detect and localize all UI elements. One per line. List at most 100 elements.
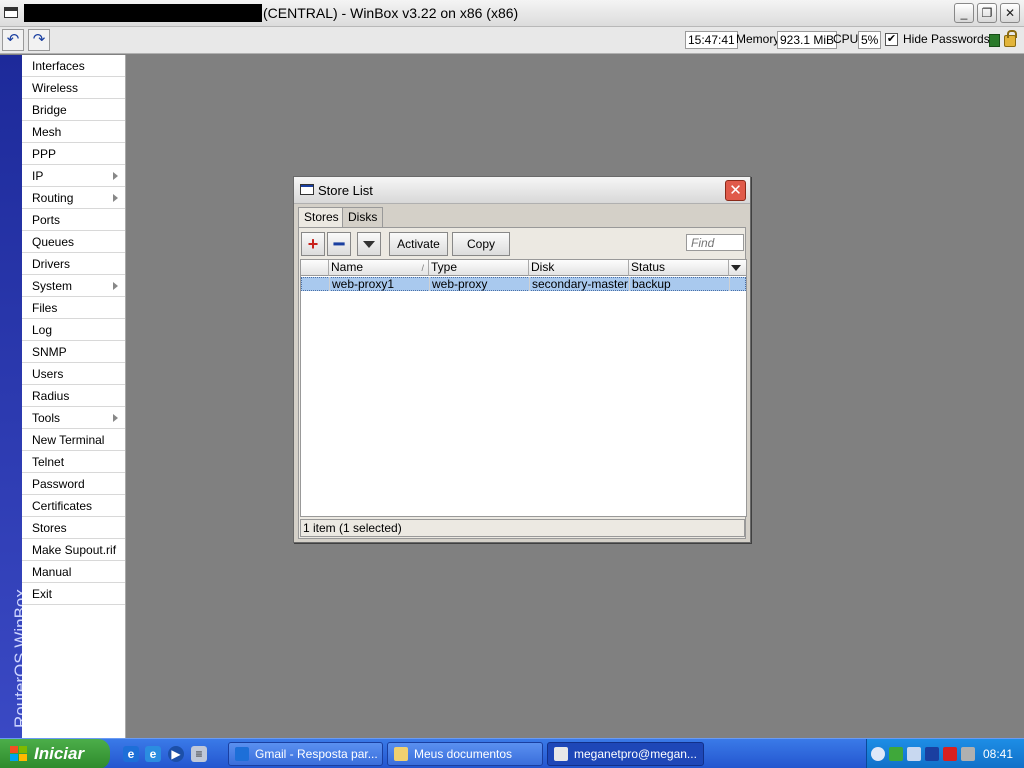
hide-passwords-checkbox[interactable]: ✔	[885, 33, 898, 46]
menu-item-label: IP	[32, 169, 44, 183]
menu-item-drivers[interactable]: Drivers	[22, 253, 125, 275]
media-player-icon[interactable]: ▶	[168, 746, 184, 762]
menu-item-label: Password	[32, 477, 85, 491]
menu-item-telnet[interactable]: Telnet	[22, 451, 125, 473]
table-header: Name / Type Disk Status	[301, 260, 746, 276]
restore-button[interactable]: ❐	[977, 3, 997, 23]
task-label: Gmail - Resposta par...	[255, 747, 378, 761]
column-status[interactable]: Status	[629, 260, 729, 276]
menu-item-label: Telnet	[32, 455, 65, 469]
menu-item-log[interactable]: Log	[22, 319, 125, 341]
add-button[interactable]: +	[301, 232, 325, 256]
copy-button[interactable]: Copy	[452, 232, 510, 256]
menu-item-ip[interactable]: IP	[22, 165, 125, 187]
menu-item-label: Queues	[32, 235, 75, 249]
cpu-readout: 5%	[858, 31, 882, 49]
connection-status-icon	[989, 34, 1000, 47]
minimize-button[interactable]: _	[954, 3, 974, 23]
menu-item-mesh[interactable]: Mesh	[22, 121, 125, 143]
dialog-titlebar[interactable]: Store List ✕	[294, 177, 750, 204]
filter-button[interactable]	[357, 232, 381, 256]
column-selector[interactable]	[301, 260, 329, 276]
menu-item-bridge[interactable]: Bridge	[22, 99, 125, 121]
language-icon[interactable]	[925, 747, 939, 761]
cell-status: backup	[630, 277, 730, 291]
winbox-icon	[554, 747, 568, 761]
undo-button[interactable]: ↶	[2, 29, 24, 51]
menu-item-radius[interactable]: Radius	[22, 385, 125, 407]
dialog-title: Store List	[318, 183, 373, 198]
redacted-host	[24, 4, 262, 22]
menu-item-exit[interactable]: Exit	[22, 583, 125, 605]
tray-expand-icon[interactable]	[871, 747, 885, 761]
menu-item-label: Certificates	[32, 499, 93, 513]
submenu-arrow-icon	[113, 282, 118, 290]
window-title: (CENTRAL) - WinBox v3.22 on x86 (x86)	[263, 5, 519, 21]
task-button[interactable]: Meus documentos	[387, 742, 543, 766]
menu-item-ports[interactable]: Ports	[22, 209, 125, 231]
remove-button[interactable]: ━	[327, 232, 351, 256]
menu-item-ppp[interactable]: PPP	[22, 143, 125, 165]
menu-item-label: Drivers	[32, 257, 70, 271]
menu-item-manual[interactable]: Manual	[22, 561, 125, 583]
folder-icon	[394, 747, 408, 761]
minus-icon: ━	[333, 234, 345, 254]
store-list-window: Store List ✕ Stores Disks + ━ Activate C…	[293, 176, 751, 543]
menu-item-queues[interactable]: Queues	[22, 231, 125, 253]
hide-passwords-label[interactable]: Hide Passwords	[903, 32, 990, 46]
network-icon[interactable]	[907, 747, 921, 761]
menu-item-interfaces[interactable]: Interfaces	[22, 55, 125, 77]
taskbar-clock: 08:41	[983, 747, 1014, 761]
redo-button[interactable]: ↷	[28, 29, 50, 51]
close-button[interactable]: ✕	[1000, 3, 1020, 23]
store-table: Name / Type Disk Status web-proxy1 web-p…	[300, 259, 747, 517]
menu-item-tools[interactable]: Tools	[22, 407, 125, 429]
system-tray: 08:41	[866, 739, 1024, 768]
menu-item-label: Wireless	[32, 81, 79, 95]
menu-item-wireless[interactable]: Wireless	[22, 77, 125, 99]
main-menu: Interfaces Wireless Bridge Mesh PPP IP Routing…	[22, 55, 126, 738]
menu-item-stores[interactable]: Stores	[22, 517, 125, 539]
menu-item-label: Radius	[32, 389, 70, 403]
clock-readout: 15:47:41	[685, 31, 738, 49]
menu-item-routing[interactable]: Routing	[22, 187, 125, 209]
security-lock-icon[interactable]	[961, 747, 975, 761]
column-menu-dropdown-icon[interactable]	[731, 265, 741, 271]
notepad-icon[interactable]: ≡	[191, 746, 207, 762]
cell-name: web-proxy1	[330, 277, 430, 291]
find-input[interactable]	[686, 234, 744, 251]
windows-logo-icon	[10, 746, 28, 762]
menu-item-password[interactable]: Password	[22, 473, 125, 495]
row-marker	[302, 277, 330, 291]
task-button[interactable]: meganetpro@megan...	[547, 742, 704, 766]
tab-disks[interactable]: Disks	[342, 207, 384, 227]
menu-item-new-terminal[interactable]: New Terminal	[22, 429, 125, 451]
menu-item-snmp[interactable]: SNMP	[22, 341, 125, 363]
internet-explorer-icon[interactable]: e	[123, 746, 139, 762]
menu-item-files[interactable]: Files	[22, 297, 125, 319]
window-titlebar[interactable]: (CENTRAL) - WinBox v3.22 on x86 (x86) _ …	[0, 0, 1024, 27]
column-type[interactable]: Type	[429, 260, 529, 276]
table-row[interactable]: web-proxy1 web-proxy secondary-master ba…	[301, 277, 746, 291]
task-button[interactable]: Gmail - Resposta par...	[228, 742, 383, 766]
memory-readout: 923.1 MiB	[777, 31, 838, 49]
menu-item-system[interactable]: System	[22, 275, 125, 297]
column-label: Name	[331, 260, 364, 274]
menu-item-make-supout-rif[interactable]: Make Supout.rif	[22, 539, 125, 561]
submenu-arrow-icon	[113, 414, 118, 422]
browser-icon[interactable]: e	[145, 746, 161, 762]
antivirus-icon[interactable]	[943, 747, 957, 761]
messenger-icon[interactable]	[889, 747, 903, 761]
tab-stores[interactable]: Stores	[298, 207, 345, 228]
menu-item-users[interactable]: Users	[22, 363, 125, 385]
column-name[interactable]: Name /	[329, 260, 429, 276]
menu-item-label: Exit	[32, 587, 53, 601]
menu-item-certificates[interactable]: Certificates	[22, 495, 125, 517]
memory-label: Memory:	[736, 32, 783, 46]
start-button[interactable]: Iniciar	[0, 739, 110, 768]
window-icon[interactable]	[4, 7, 18, 18]
menu-item-label: Users	[32, 367, 64, 381]
activate-button[interactable]: Activate	[389, 232, 448, 256]
column-disk[interactable]: Disk	[529, 260, 629, 276]
dialog-close-button[interactable]: ✕	[725, 180, 746, 201]
